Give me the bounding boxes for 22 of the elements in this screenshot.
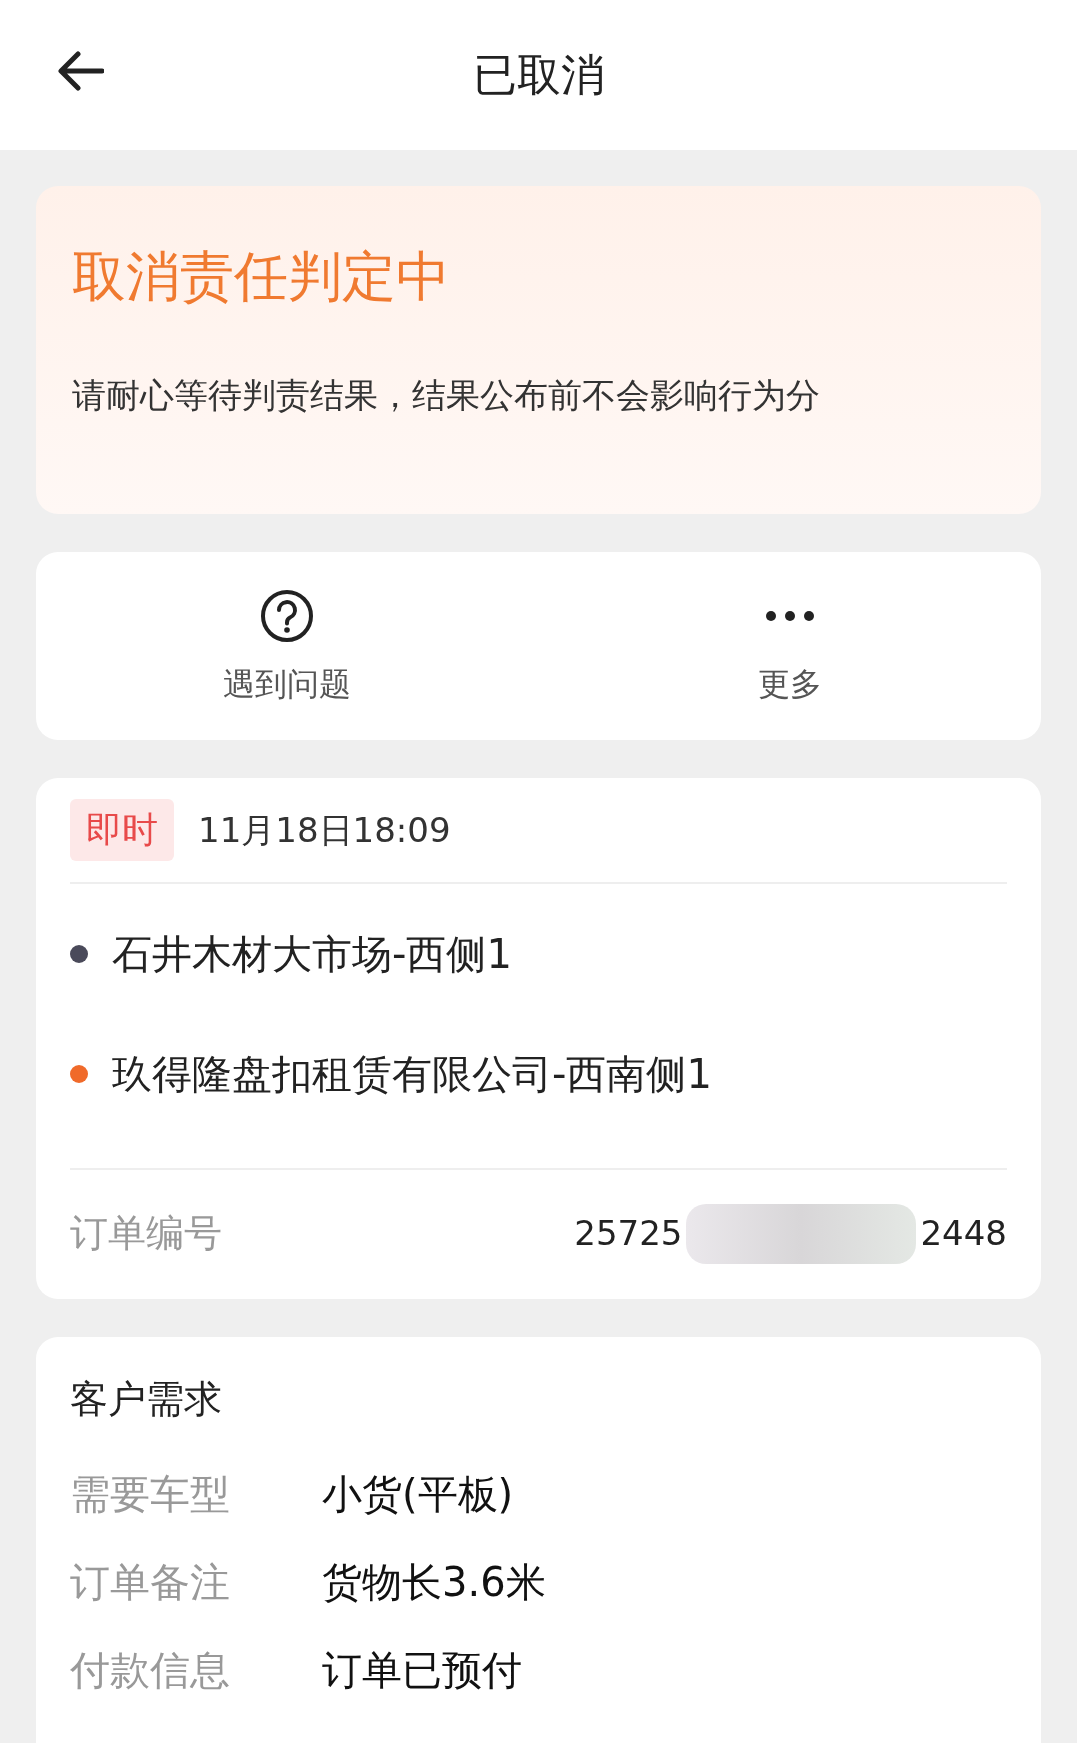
status-message: 请耐心等待判责结果，结果公布前不会影响行为分 [72,374,821,417]
instant-tag: 即时 [70,799,174,861]
order-time: 11月18日18:09 [198,808,451,852]
field-label: 需要车型 [70,1470,231,1519]
more-icon [764,610,815,622]
back-icon[interactable] [56,50,104,92]
order-number-start: 25725 [574,1212,683,1255]
help-icon [259,588,316,644]
field-value: 货物长3.6米 [322,1558,546,1607]
field-value: 订单已预付 [322,1646,522,1695]
stop-address: 石井木材大市场-西侧1 [112,930,512,979]
action-label[interactable]: 更多 [757,660,822,708]
field-value: 小货(平板) [322,1470,514,1519]
page-title: 已取消 [472,48,605,102]
status-heading: 取消责任判定中 [72,250,451,304]
action-label[interactable]: 遇到问题 [223,660,352,708]
order-number-label: 订单编号 [70,1210,222,1257]
stop-address: 玖得隆盘扣租赁有限公司-西南侧1 [112,1050,712,1099]
field-label: 付款信息 [70,1646,231,1695]
order-number-end: 2448 [920,1212,1007,1255]
section-title: 客户需求 [70,1376,223,1423]
field-label: 订单备注 [70,1558,231,1607]
